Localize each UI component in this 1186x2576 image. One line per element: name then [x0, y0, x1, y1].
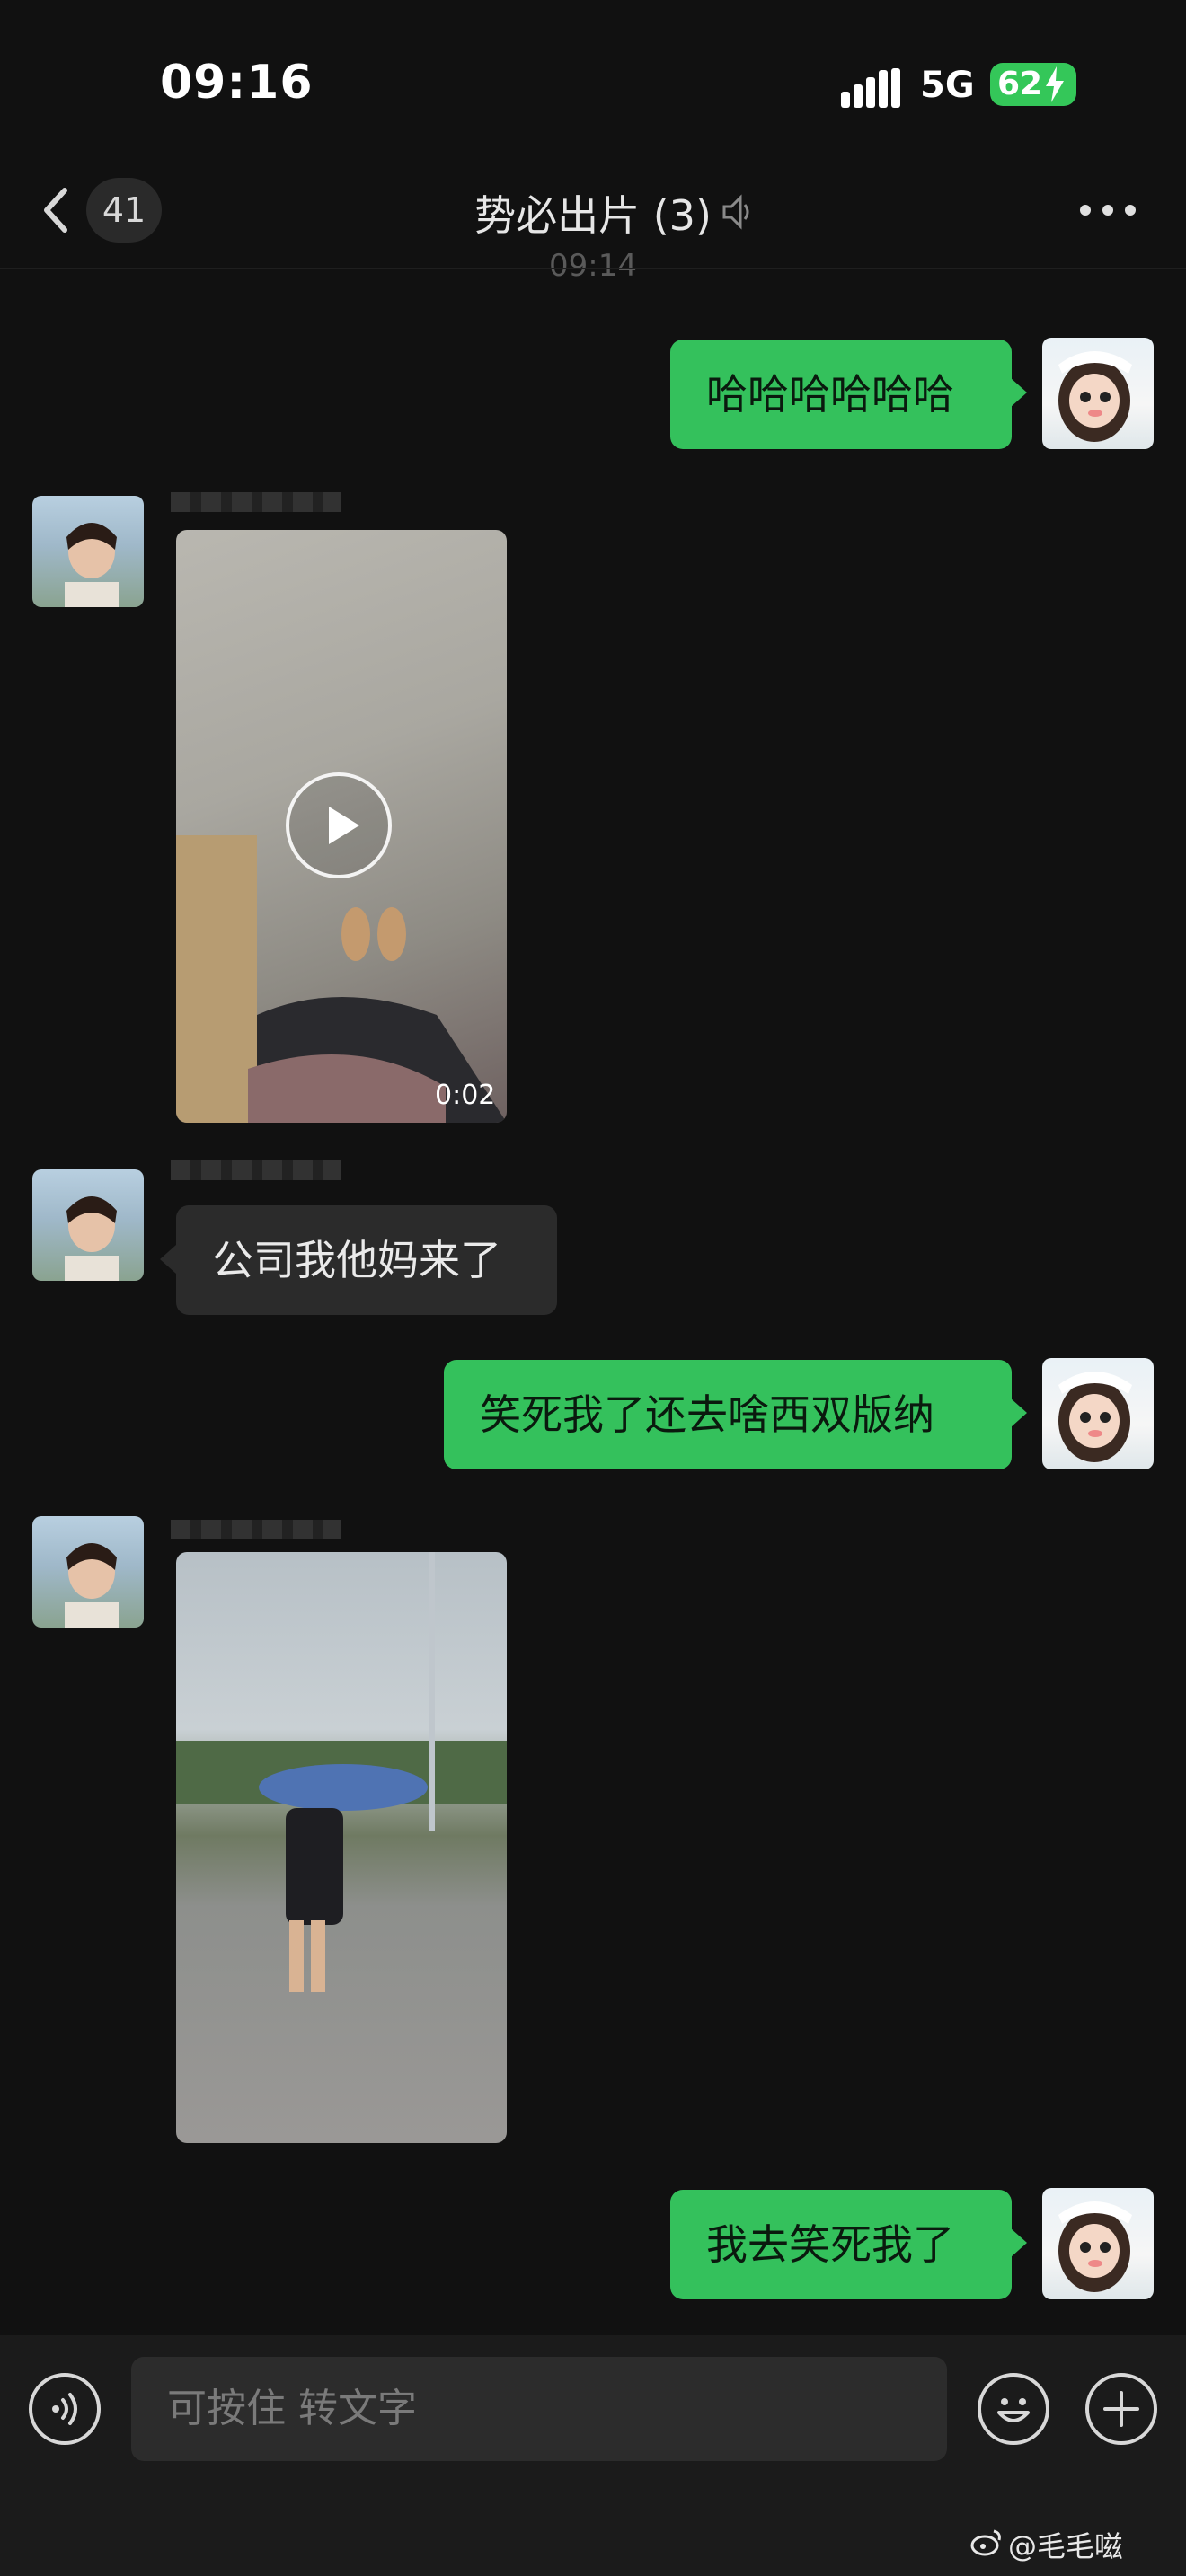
emoji-button[interactable]: [978, 2373, 1049, 2445]
nav-divider: [0, 268, 1186, 269]
sender-name-redacted: [171, 492, 341, 512]
my-avatar[interactable]: [1042, 338, 1154, 449]
voice-button[interactable]: [29, 2373, 101, 2445]
contact-avatar[interactable]: [32, 1516, 144, 1628]
my-avatar[interactable]: [1042, 2188, 1154, 2299]
status-time: 09:16: [160, 56, 314, 110]
avatar-illustration: [1058, 1372, 1132, 1462]
play-icon: [329, 807, 359, 844]
battery-level: 62: [997, 66, 1043, 102]
sender-name-redacted: [171, 1520, 341, 1539]
play-button[interactable]: [286, 772, 392, 878]
emoji-icon: [997, 2398, 1030, 2422]
avatar-illustration: [1058, 351, 1132, 442]
bubble-tail: [160, 1245, 176, 1274]
more-icon[interactable]: [1078, 196, 1137, 225]
signal-icon: [841, 68, 900, 108]
contact-avatar[interactable]: [32, 1169, 144, 1281]
message-timestamp: 09:14: [549, 248, 637, 284]
bubble-tail: [1011, 1398, 1027, 1427]
avatar-photo: [65, 523, 119, 607]
mute-icon: [722, 194, 749, 230]
watermark: @毛毛嗞: [1008, 2529, 1124, 2563]
chat-title[interactable]: 势必出片 (3): [0, 183, 1186, 243]
image-message[interactable]: [176, 1552, 507, 2143]
sender-name-redacted: [171, 1160, 341, 1180]
weibo-icon: [970, 2529, 1001, 2556]
network-label: 5G: [920, 65, 975, 106]
avatar-photo: [65, 1543, 119, 1628]
bubble-tail: [1011, 378, 1027, 407]
plus-button[interactable]: [1085, 2373, 1157, 2445]
contact-message-bubble[interactable]: 公司我他妈来了: [176, 1205, 557, 1315]
avatar-illustration: [1058, 2201, 1132, 2292]
video-duration: 0:02: [435, 1080, 496, 1111]
my-message-bubble[interactable]: 哈哈哈哈哈哈: [670, 340, 1012, 449]
my-message-bubble[interactable]: 我去笑死我了: [670, 2190, 1012, 2299]
avatar-photo: [65, 1196, 119, 1281]
message-input[interactable]: 可按住 转文字: [131, 2357, 947, 2461]
photo-content: [176, 1552, 507, 1992]
charging-icon: [1046, 66, 1064, 102]
my-avatar[interactable]: [1042, 1358, 1154, 1469]
bubble-tail: [1011, 2228, 1027, 2257]
voice-icon: [52, 2393, 77, 2425]
my-message-bubble[interactable]: 笑死我了还去啥西双版纳: [444, 1360, 1012, 1469]
plus-icon: [1103, 2391, 1139, 2427]
contact-avatar[interactable]: [32, 496, 144, 607]
